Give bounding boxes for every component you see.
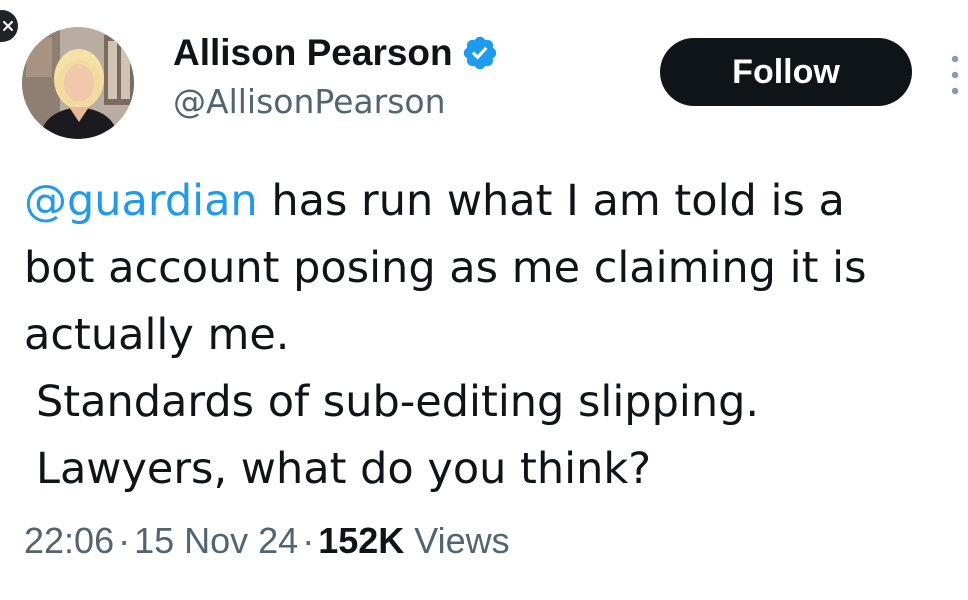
author-display-name[interactable]: Allison Pearson (173, 32, 453, 74)
tweet-line: Lawyers, what do you think? (36, 444, 652, 494)
avatar-photo (22, 27, 134, 139)
tweet-line: bot account posing as me claiming it is (24, 243, 867, 293)
tweet-text-segment: has run what I am told is a (257, 176, 845, 226)
author-handle[interactable]: @AllisonPearson (173, 82, 446, 121)
more-vertical-icon (951, 55, 959, 95)
verified-badge-icon (463, 36, 496, 70)
more-options-button[interactable] (944, 50, 966, 100)
tweet-line: actually me. (24, 310, 290, 360)
tweet-meta: 22:06 · 15 Nov 24 · 152K Views (24, 520, 510, 562)
meta-separator: · (118, 520, 131, 561)
views-label: Views (414, 520, 510, 561)
tweet-line: @guardian has run what I am told is a (24, 168, 954, 235)
author-name-row[interactable]: Allison Pearson (173, 32, 499, 74)
tweet-line: Standards of sub-editing slipping. (36, 377, 760, 427)
close-icon (3, 21, 13, 31)
follow-button[interactable]: Follow (660, 38, 912, 106)
meta-separator: · (302, 520, 315, 561)
tweet-text: @guardian has run what I am told is a bo… (24, 168, 954, 503)
mention-link[interactable]: @guardian (24, 176, 258, 226)
views-count[interactable]: 152K (318, 520, 404, 561)
close-button[interactable] (0, 10, 18, 42)
avatar[interactable] (22, 27, 134, 139)
tweet-date[interactable]: 15 Nov 24 (134, 520, 298, 561)
tweet-time[interactable]: 22:06 (24, 520, 114, 561)
